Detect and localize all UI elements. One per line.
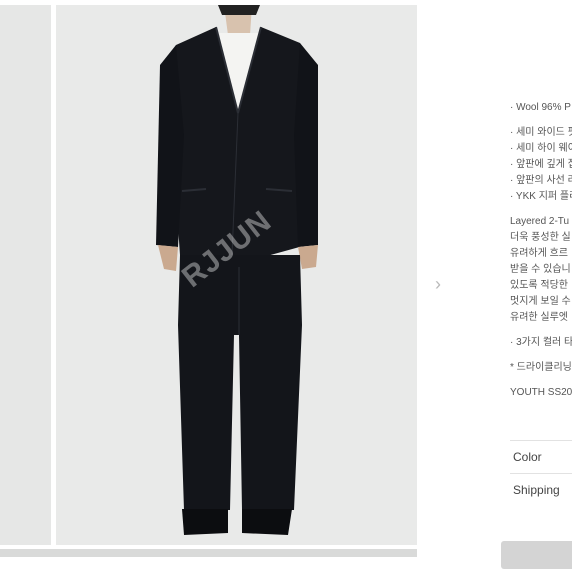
chevron-right-icon[interactable]: › [430, 272, 446, 296]
feature-line: · 세미 하이 웨이 [510, 143, 572, 154]
divider [510, 440, 572, 441]
colors-note: · 3가지 컬러 타 [510, 337, 572, 348]
care-note: * 드라이클리닝 [510, 362, 572, 373]
divider [510, 473, 572, 474]
paragraph-line: 유려한 실루엣 [510, 312, 568, 323]
model-photo [156, 5, 318, 535]
feature-line: · 앞판에 깊게 접 [510, 159, 572, 170]
paragraph-line: Layered 2-Tu [510, 216, 570, 227]
shipping-option-label[interactable]: Shipping [513, 483, 560, 497]
paragraph-line: 더욱 풍성한 실 [510, 232, 571, 243]
paragraph-line: 받을 수 있습니 [510, 264, 571, 275]
color-option-label[interactable]: Color [513, 450, 542, 464]
season-label: YOUTH SS20 [510, 387, 572, 398]
previous-image-thumbnail[interactable] [0, 5, 51, 545]
paragraph-line: 유려하게 흐르 [510, 248, 568, 259]
purchase-button[interactable] [501, 541, 572, 569]
feature-line: · 세미 와이드 핏 [510, 127, 572, 138]
paragraph-line: 멋지게 보일 수 [510, 296, 571, 307]
product-description: · Wool 96% P · 세미 와이드 핏 · 세미 하이 웨이 · 앞판에… [510, 100, 572, 401]
feature-line: · YKK 지퍼 플라 [510, 191, 572, 202]
product-image [56, 5, 417, 545]
gallery-scrollbar[interactable] [0, 549, 417, 557]
feature-line: · 앞판의 사선 라 [510, 175, 572, 186]
material-line: · Wool 96% P [510, 102, 571, 113]
paragraph-line: 있도록 적당한 [510, 280, 568, 291]
